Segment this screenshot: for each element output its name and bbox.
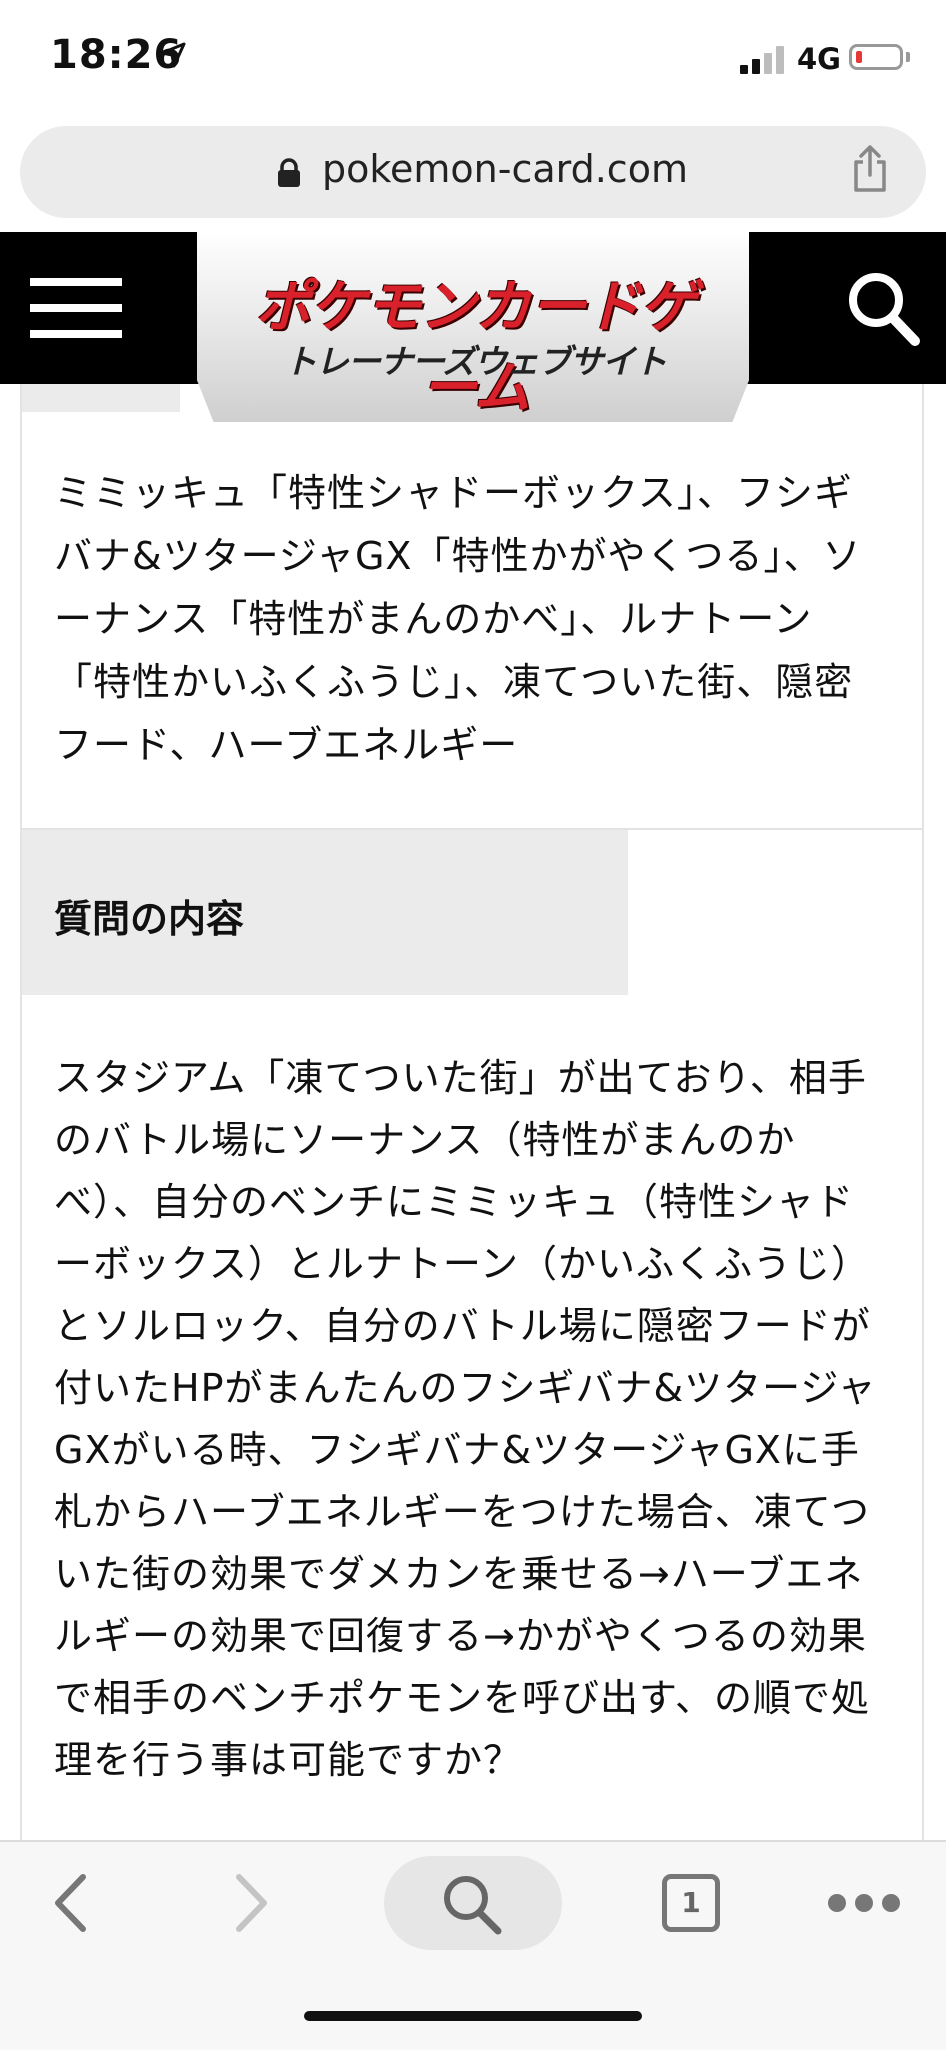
battery-tip — [906, 52, 910, 62]
lock-icon — [278, 158, 300, 187]
question-label: 質問の内容 — [54, 897, 245, 941]
location-arrow-icon — [160, 42, 186, 68]
related-cards-text: ミミッキュ「特性シャドーボックス」、フシギバナ&ツタージャGX「特性かがやくつる… — [54, 471, 862, 767]
search-icon[interactable] — [846, 270, 920, 346]
home-indicator[interactable] — [304, 2011, 642, 2021]
question-text: スタジアム「凍てついた街」が出ており、相手のバトル場にソーナンス（特性がまんのか… — [54, 1056, 877, 1782]
share-icon[interactable] — [850, 144, 890, 194]
menu-icon[interactable] — [30, 278, 122, 338]
forward-icon[interactable] — [232, 1872, 272, 1934]
search-icon[interactable] — [440, 1872, 504, 1936]
tabs-icon[interactable]: 1 — [662, 1874, 720, 1932]
battery-icon — [849, 44, 903, 70]
section-header-remnant — [22, 384, 180, 412]
logo-subtitle: トレーナーズウェブサイト — [283, 342, 667, 381]
url-text[interactable]: pokemon-card.com — [322, 147, 688, 191]
more-icon[interactable] — [828, 1894, 900, 1912]
cellular-signal-icon — [740, 44, 786, 74]
back-icon[interactable] — [50, 1872, 90, 1934]
network-type: 4G — [797, 42, 841, 76]
